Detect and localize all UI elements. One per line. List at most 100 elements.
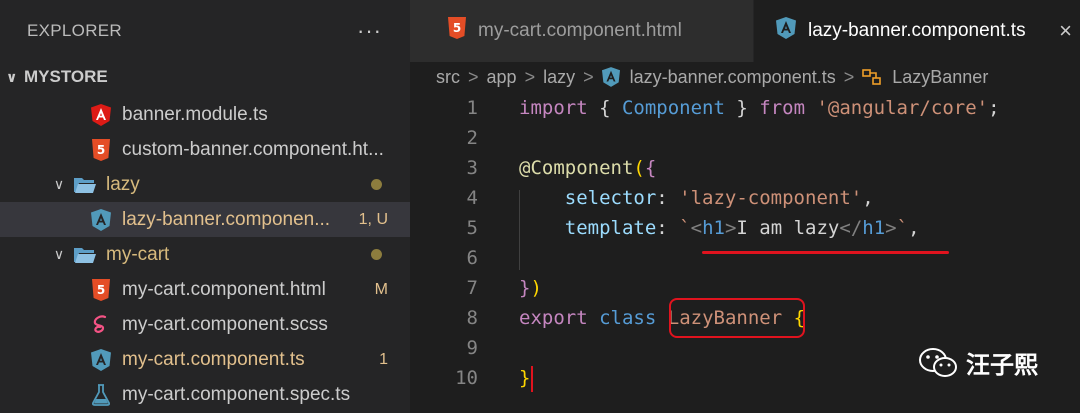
code-line[interactable]: 6 <box>410 243 1080 273</box>
code-token: '@angular/core' <box>816 97 989 119</box>
line-number: 2 <box>466 127 478 149</box>
code-token: h1 <box>702 217 725 239</box>
class-symbol-icon <box>862 68 882 86</box>
file-label: my-cart.component.ts <box>122 348 305 370</box>
chevron-right-icon: > <box>843 66 855 87</box>
folder-item-my-cart[interactable]: ∨ my-cart <box>0 237 410 272</box>
breadcrumb-item[interactable]: app <box>487 67 517 88</box>
folder-label: my-cart <box>106 243 170 265</box>
angular-ts-icon <box>776 17 796 45</box>
code-line[interactable]: 5 template: `<h1>I am lazy</h1>`, <box>410 213 1080 243</box>
code-token: from <box>747 97 817 119</box>
more-actions-icon[interactable]: ··· <box>357 18 382 44</box>
code-token: ` <box>679 217 691 239</box>
line-number: 3 <box>466 157 478 179</box>
code-content: @Component({ <box>519 157 656 179</box>
code-token: I am lazy <box>736 217 840 239</box>
svg-text:5: 5 <box>97 143 105 157</box>
tab-lazy-banner-ts[interactable]: lazy-banner.component.ts × <box>754 0 1080 62</box>
line-number: 1 <box>466 97 478 119</box>
line-number: 9 <box>466 337 478 359</box>
annotation-underline <box>702 251 949 254</box>
folder-label: lazy <box>106 173 140 195</box>
file-item-custom-banner-html[interactable]: 5 custom-banner.component.ht... <box>0 132 410 167</box>
code-token: { <box>599 97 611 119</box>
code-token: } <box>736 97 748 119</box>
code-token: : <box>656 217 680 239</box>
code-token: { <box>644 157 657 179</box>
code-token: export <box>519 307 588 329</box>
modified-dot <box>371 249 382 260</box>
chevron-right-icon: > <box>583 66 594 87</box>
code-token: } <box>519 367 531 389</box>
code-content: template: `<h1>I am lazy</h1>`, <box>519 217 920 239</box>
chevron-down-icon: ∨ <box>53 176 65 192</box>
line-number: 4 <box>466 187 478 209</box>
annotation-box <box>669 298 805 338</box>
test-flask-icon <box>90 383 112 406</box>
file-item-banner-module[interactable]: banner.module.ts <box>0 97 410 132</box>
code-content: } <box>519 367 530 389</box>
file-item-my-cart-spec[interactable]: my-cart.component.spec.ts <box>0 377 410 412</box>
file-item-my-cart-html[interactable]: 5 my-cart.component.html M <box>0 272 410 307</box>
tab-my-cart-html[interactable]: 5 my-cart.component.html <box>410 0 754 62</box>
code-content: selector: 'lazy-component', <box>519 187 874 209</box>
code-token: </ <box>839 217 863 239</box>
close-icon[interactable]: × <box>1059 18 1072 44</box>
file-item-lazy-banner-ts[interactable]: lazy-banner.componen... 1, U <box>0 202 410 237</box>
watermark: 汪子熙 <box>918 345 1038 380</box>
folder-item-lazy[interactable]: ∨ lazy <box>0 167 410 202</box>
code-token: ( <box>633 157 645 179</box>
code-line[interactable]: 4 selector: 'lazy-component', <box>410 183 1080 213</box>
file-item-my-cart-ts[interactable]: my-cart.component.ts 1 <box>0 342 410 377</box>
file-item-my-cart-scss[interactable]: my-cart.component.scss <box>0 307 410 342</box>
code-token: template <box>519 217 657 239</box>
tab-label: lazy-banner.component.ts <box>808 20 1026 41</box>
line-number: 7 <box>466 277 478 299</box>
code-line[interactable]: 3 @Component({ <box>410 153 1080 183</box>
angular-icon <box>90 103 112 126</box>
file-label: my-cart.component.spec.ts <box>122 383 351 405</box>
code-token: h1 <box>862 217 886 239</box>
code-token: ; <box>988 97 1000 119</box>
code-token: > <box>724 217 737 239</box>
folder-open-icon <box>74 174 96 196</box>
modified-dot <box>371 179 382 190</box>
code-token: < <box>690 217 703 239</box>
modified-badge: M <box>374 280 388 298</box>
chevron-down-icon: ∨ <box>53 246 65 262</box>
code-token: 'lazy-component' <box>679 187 863 209</box>
code-content: }) <box>519 277 542 299</box>
breadcrumb-item[interactable]: lazy <box>543 67 575 88</box>
code-token: } <box>519 277 531 299</box>
code-token: , <box>862 187 874 209</box>
breadcrumb-item[interactable]: LazyBanner <box>892 67 988 88</box>
editor-tabs: 5 my-cart.component.html lazy-banner.com… <box>410 0 1080 62</box>
tab-label: my-cart.component.html <box>478 20 682 41</box>
problem-count-badge: 1 <box>379 350 388 368</box>
chevron-right-icon: > <box>524 66 536 87</box>
code-token: Component <box>530 157 634 179</box>
code-line[interactable]: 1 import { Component } from '@angular/cor… <box>410 93 1080 123</box>
angular-ts-icon <box>601 67 620 87</box>
breadcrumb: src > app > lazy > lazy-banner.component… <box>436 62 988 92</box>
root-folder-header[interactable]: ∨ MYSTORE <box>0 62 410 92</box>
line-number: 10 <box>455 367 478 389</box>
angular-ts-icon <box>90 208 112 231</box>
code-token: ` <box>896 217 909 239</box>
code-content: import { Component } from '@angular/core… <box>519 97 1000 119</box>
svg-text:5: 5 <box>97 283 105 297</box>
folder-open-icon <box>74 244 96 266</box>
breadcrumb-item[interactable]: src <box>436 67 460 88</box>
file-label: custom-banner.component.ht... <box>122 138 384 160</box>
chevron-down-icon: ∨ <box>6 68 18 85</box>
breadcrumb-item[interactable]: lazy-banner.component.ts <box>630 67 836 88</box>
code-line[interactable]: 2 <box>410 123 1080 153</box>
file-label: banner.module.ts <box>122 103 268 125</box>
code-token: Component <box>610 97 737 119</box>
code-token: ) <box>530 277 542 299</box>
html-icon: 5 <box>90 138 112 161</box>
file-label: my-cart.component.html <box>122 278 326 300</box>
